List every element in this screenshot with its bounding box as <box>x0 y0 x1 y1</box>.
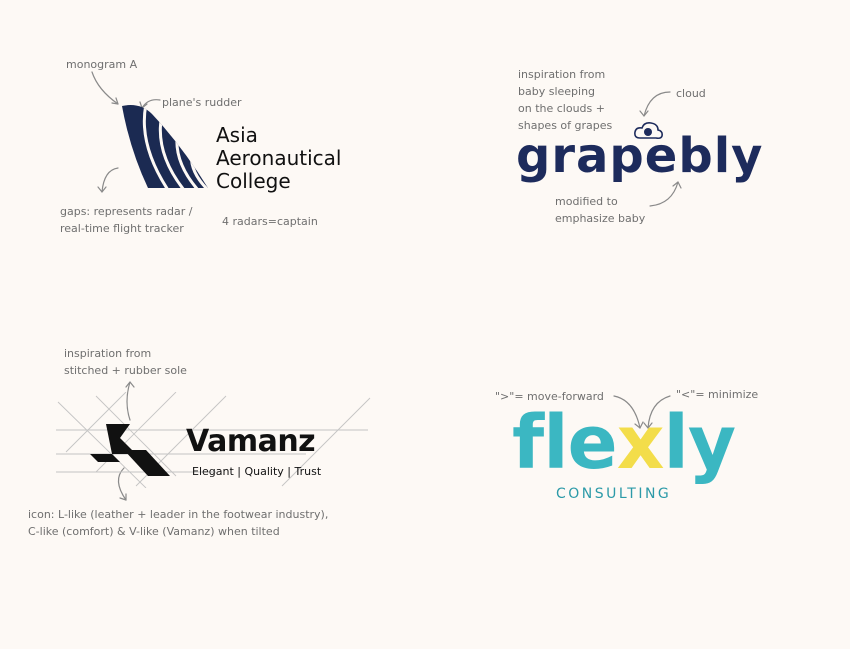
flexly-wordmark: flexly <box>512 400 736 486</box>
flexly-wordmark-post: ly <box>663 400 736 486</box>
chevron-x-icon: x <box>616 400 665 486</box>
flexly-arrows <box>613 395 671 429</box>
flexly-wordmark-pre: fle <box>512 400 618 486</box>
flexly-consulting: CONSULTING <box>556 486 672 502</box>
